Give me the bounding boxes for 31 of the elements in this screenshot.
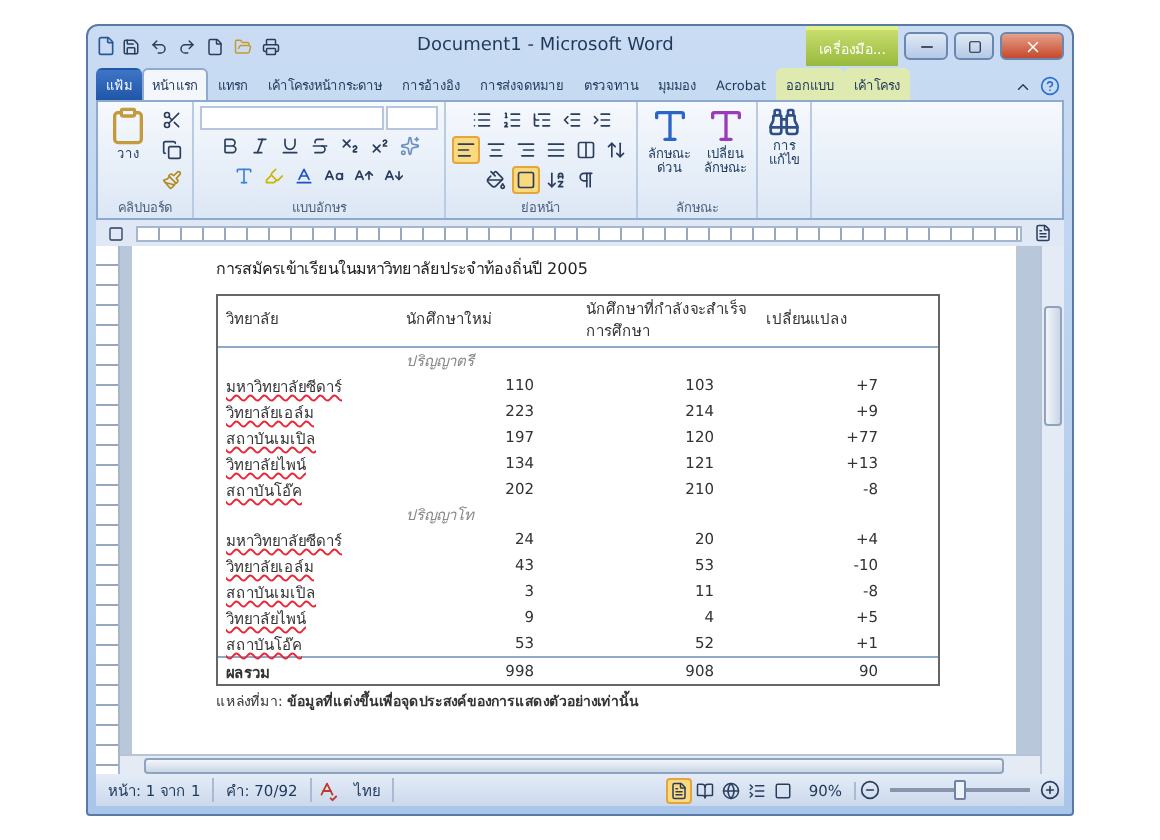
- view-mode-icon[interactable]: [718, 777, 745, 803]
- maximize-button[interactable]: [954, 32, 994, 60]
- clipboard-icon: [108, 106, 148, 146]
- font-size-field[interactable]: [386, 106, 438, 130]
- font-name-field[interactable]: [200, 106, 384, 130]
- help-icon[interactable]: [1036, 72, 1064, 100]
- maximize-icon: [967, 39, 981, 53]
- printer-icon[interactable]: [258, 33, 284, 59]
- borders-icon[interactable]: [512, 166, 540, 194]
- letter-style-icon: [705, 106, 745, 146]
- letter-style-icon: [649, 106, 689, 146]
- minimize-button[interactable]: [904, 32, 948, 60]
- document-heading: การสมัครเข้าเรียนในมหาวิทยาลัยประจำท้องถิ่นปี 2005: [216, 256, 590, 282]
- tab-selector-icon[interactable]: [104, 221, 128, 245]
- paint-bucket-icon[interactable]: [482, 166, 510, 194]
- binoculars-icon: [768, 106, 800, 138]
- app-icon: [96, 36, 116, 56]
- copy-icon[interactable]: [158, 136, 186, 164]
- zoom-slider-thumb[interactable]: [954, 780, 966, 800]
- vertical-scrollbar[interactable]: [1040, 246, 1064, 774]
- zoom-out-icon[interactable]: [856, 776, 884, 804]
- horizontal-scrollbar[interactable]: [120, 754, 1040, 774]
- close-button[interactable]: [1000, 32, 1064, 60]
- new-document-icon[interactable]: [202, 33, 228, 59]
- close-icon: [1023, 37, 1041, 55]
- zoom-in-icon[interactable]: [1036, 776, 1064, 804]
- columns-icon[interactable]: [572, 136, 600, 164]
- window-title: Document1 - Microsoft Word: [415, 36, 676, 56]
- view-mode-icon[interactable]: [666, 777, 693, 803]
- view-ruler-icon[interactable]: [1030, 220, 1056, 246]
- align-icon[interactable]: [452, 136, 480, 164]
